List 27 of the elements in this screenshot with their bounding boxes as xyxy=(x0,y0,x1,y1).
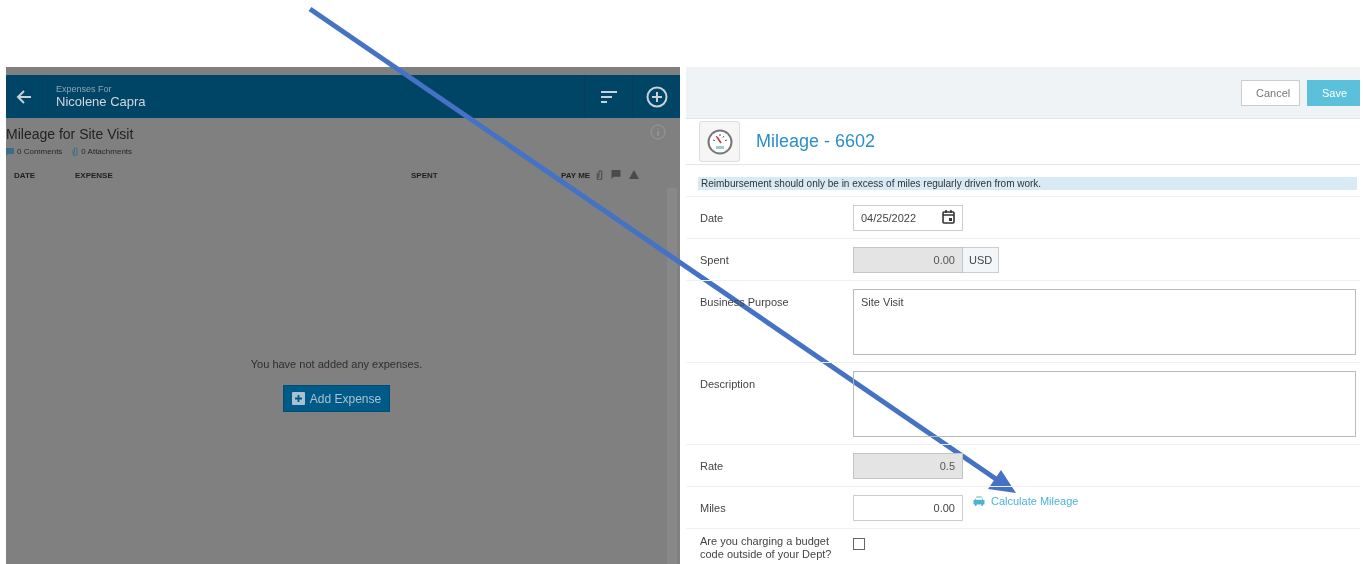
field-label: Date xyxy=(700,211,725,226)
field-label: Are you charging a budget code outside of your Dept? xyxy=(700,534,833,561)
header-caption: Expenses For xyxy=(56,84,113,94)
employee-name: Nicolene Capra xyxy=(56,94,147,109)
purpose-field[interactable]: Site Visit xyxy=(853,289,1356,355)
comments-count[interactable]: 0 Comments xyxy=(17,147,63,156)
rate-field: 0.5 xyxy=(853,453,963,479)
field-label: Miles xyxy=(700,501,727,516)
notice-banner: Reimbursement should only be in excess of miles regularly driven from work. xyxy=(698,177,1357,190)
empty-message: You have not added any expenses. xyxy=(250,358,423,370)
column-header: SPENT xyxy=(411,170,439,180)
form-title: Mileage - 6602 xyxy=(756,131,876,152)
field-label: Rate xyxy=(700,459,725,474)
field-label: Spent xyxy=(700,253,730,268)
save-button[interactable]: Save xyxy=(1307,79,1360,106)
miles-field[interactable]: 0.00 xyxy=(853,495,963,521)
field-label: Description xyxy=(700,377,757,392)
calculate-mileage-link[interactable]: Calculate Mileage xyxy=(973,495,1079,507)
report-title: Mileage for Site Visit xyxy=(6,125,134,142)
column-header: PAY ME xyxy=(561,170,591,180)
add-expense-button[interactable]: Add Expense xyxy=(282,385,391,412)
cancel-button[interactable]: Cancel xyxy=(1241,79,1300,106)
date-field[interactable]: 04/25/2022 xyxy=(853,205,963,231)
currency-label: USD xyxy=(963,247,1000,273)
amount-field: 0.00 xyxy=(853,247,963,273)
column-header: DATE xyxy=(14,170,37,180)
column-header: EXPENSE xyxy=(75,170,114,180)
